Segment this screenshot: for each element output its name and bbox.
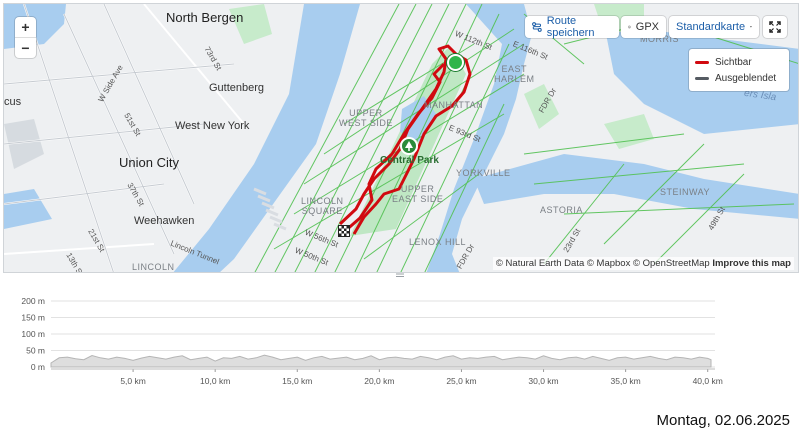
map-style-label: Standardkarte (676, 21, 746, 33)
attribution-osm[interactable]: © OpenStreetMap (633, 258, 710, 269)
label-upper-west-side: UPPER WEST SIDE (339, 108, 393, 128)
legend-label-visible: Sichtbar (715, 56, 752, 68)
legend-swatch-hidden (695, 76, 709, 80)
label-manhattan: MANHATTAN (424, 100, 484, 110)
label-yorkville: YORKVILLE (456, 168, 511, 178)
date-label: Montag, 02.06.2025 (656, 412, 790, 429)
label-lincoln-square: LINCOLN SQUARE (301, 196, 344, 216)
gpx-label: GPX (635, 21, 659, 33)
route-legend: Sichtbar Ausgeblendet (689, 49, 789, 91)
x-tick-label: 20,0 km (364, 376, 394, 386)
y-tick-label: 0 m (31, 362, 45, 372)
attribution-mapbox[interactable]: © Mapbox (587, 258, 630, 269)
improve-map-link[interactable]: Improve this map (712, 258, 791, 269)
legend-label-hidden: Ausgeblendet (715, 72, 777, 84)
elevation-x-axis: 5,0 km 10,0 km 15,0 km 20,0 km 25,0 km 30,0 k… (51, 368, 723, 386)
legend-swatch-visible (695, 60, 709, 64)
x-tick-label: 10,0 km (200, 376, 230, 386)
park-tree-icon (400, 137, 418, 155)
route-map[interactable]: North Bergen Guttenberg West New York Un… (3, 3, 799, 273)
legend-item-hidden[interactable]: Ausgeblendet (695, 70, 783, 86)
label-weehawken: Weehawken (134, 215, 195, 227)
y-tick-label: 150 m (21, 313, 45, 323)
finish-flag-icon[interactable] (338, 225, 350, 237)
map-attribution: © Natural Earth Data © Mapbox © OpenStre… (492, 257, 794, 270)
zoom-in-button[interactable]: + (15, 17, 36, 37)
label-cus: cus (4, 96, 22, 108)
label-upper-east-side: UPPER EAST SIDE (392, 184, 444, 204)
label-east-harlem: EAST HARLEM (494, 64, 535, 84)
x-tick-label: 30,0 km (528, 376, 558, 386)
x-tick-label: 35,0 km (611, 376, 641, 386)
label-west-new-york: West New York (175, 120, 250, 132)
label-lincoln: LINCOLN (132, 262, 175, 272)
route-icon (532, 22, 542, 32)
label-union-city: Union City (119, 155, 179, 170)
x-tick-label: 40,0 km (693, 376, 723, 386)
attribution-natural-earth[interactable]: © Natural Earth Data (496, 258, 584, 269)
label-astoria: ASTORIA (540, 205, 583, 215)
y-tick-label: 100 m (21, 329, 45, 339)
legend-item-visible[interactable]: Sichtbar (695, 54, 783, 70)
y-tick-label: 50 m (26, 346, 45, 356)
label-north-bergen: North Bergen (166, 10, 244, 25)
chevron-down-icon (750, 26, 752, 28)
download-icon (628, 25, 631, 29)
start-marker-icon[interactable] (447, 54, 464, 71)
save-route-button[interactable]: Route speichern (525, 15, 619, 39)
expand-icon (769, 21, 781, 33)
zoom-out-button[interactable]: − (15, 37, 36, 58)
x-tick-label: 5,0 km (120, 376, 146, 386)
label-lenox-hill: LENOX HILL (409, 237, 467, 247)
elevation-profile-chart[interactable]: 200 m 150 m 100 m 50 m 0 m 5,0 km 10,0 km 15,0… (3, 281, 799, 406)
gpx-download-button[interactable]: GPX (621, 16, 666, 38)
elevation-area (50, 354, 712, 368)
label-central-park: Central Park (380, 155, 439, 166)
label-steinway: STEINWAY (660, 187, 711, 197)
map-style-select[interactable]: Standardkarte (669, 16, 759, 38)
elevation-y-axis: 200 m 150 m 100 m 50 m 0 m (21, 296, 45, 372)
y-tick-label: 200 m (21, 296, 45, 306)
fullscreen-button[interactable] (763, 16, 787, 38)
zoom-control: + − (15, 17, 36, 58)
x-tick-label: 25,0 km (446, 376, 476, 386)
save-route-label: Route speichern (546, 15, 595, 39)
resize-handle-icon[interactable] (395, 271, 405, 279)
label-guttenberg: Guttenberg (209, 82, 265, 94)
x-tick-label: 15,0 km (282, 376, 312, 386)
